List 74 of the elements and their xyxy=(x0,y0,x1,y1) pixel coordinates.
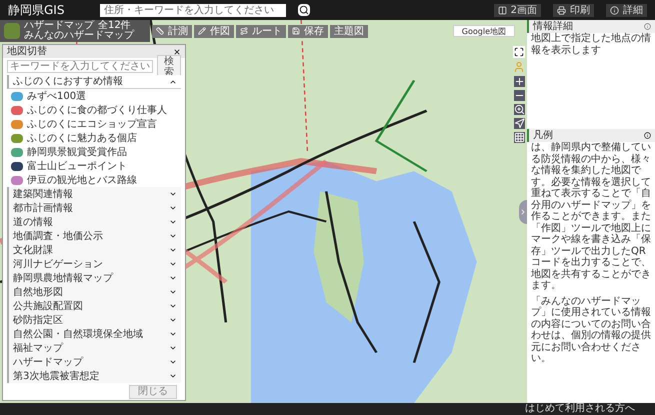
panel-title: 情報詳細 xyxy=(533,20,573,32)
close-icon[interactable] xyxy=(173,48,181,56)
section-header[interactable]: 文化財課 xyxy=(7,243,181,257)
section-label: 文化財課 xyxy=(13,244,53,256)
section-label: ふじのくにおすすめ情報 xyxy=(13,75,123,88)
zoom-in-icon[interactable] xyxy=(514,76,524,87)
header-button[interactable]: 詳細 xyxy=(606,4,647,16)
search-icon[interactable] xyxy=(514,104,524,115)
section-header[interactable]: 砂防指定区 xyxy=(7,313,181,327)
section-header[interactable]: 第3次地震被害想定 xyxy=(7,369,181,383)
layer-thumbnail xyxy=(4,23,20,39)
legend-text: 「みんなのハザードマップ」に使用されている情報の内容についてのお問い合わせは、個別の情報の提供元にお問い合わせください。 xyxy=(531,296,651,364)
zoom-out-icon[interactable] xyxy=(514,90,524,101)
layer-count: 全12件 xyxy=(98,21,131,31)
layer-item[interactable]: ふじのくに食の都づくり仕事人 xyxy=(27,104,167,116)
layer-item[interactable]: ふじのくに魅力ある個店 xyxy=(27,132,137,144)
keyword-field[interactable]: キーワードを入力してください xyxy=(7,60,153,73)
toolbar-button[interactable]: 計測 xyxy=(152,24,192,38)
section-label: 静岡県農地情報マップ xyxy=(13,272,113,284)
section-header[interactable]: 道の情報 xyxy=(7,215,181,229)
section-header[interactable]: ふじのくにおすすめ情報 xyxy=(7,75,181,89)
split-screen-icon xyxy=(498,6,507,14)
section-label: 建築関連情報 xyxy=(13,188,73,200)
section-label: 地価調査・地価公示 xyxy=(13,230,103,242)
search-icon[interactable] xyxy=(298,4,310,16)
grid-icon[interactable] xyxy=(514,132,524,143)
section-header[interactable]: 静岡県農地情報マップ xyxy=(7,271,181,285)
section-label: 砂防指定区 xyxy=(13,314,63,326)
section-header[interactable]: 河川ナビゲーション xyxy=(7,257,181,271)
section-header[interactable]: 建築関連情報 xyxy=(7,187,181,201)
section-label: 福祉マップ xyxy=(13,342,63,354)
section-label: 自然地形図 xyxy=(13,286,63,298)
section-label: 河川ナビゲーション xyxy=(13,258,103,270)
save-icon xyxy=(292,27,300,35)
printer-icon xyxy=(557,6,566,14)
section-header[interactable]: 自然公園・自然環境保全地域 xyxy=(7,327,181,341)
fullscreen-icon[interactable] xyxy=(513,46,525,58)
section-label: 公共施設配置図 xyxy=(13,300,83,312)
section-header[interactable]: 自然地形図 xyxy=(7,285,181,299)
legend-text: は、静岡県内で整備している防災情報の中から、様々な情報を集約した地図です。必要な情報を選択して重ねて表示することで「自分用のハザードマップ」を作ることができます。また「作図」ツールで地図上にマークや線を書き込み「保存」ツールで出力したQRコードを出力することで、地図を共有することができます。 xyxy=(531,142,651,292)
layer-item[interactable]: ふじのくにエコショップ宣言 xyxy=(27,118,157,130)
section-header[interactable]: 福祉マップ xyxy=(7,341,181,355)
route-icon xyxy=(240,27,248,35)
app-title: 静岡県GIS xyxy=(8,2,66,19)
help-link[interactable]: はじめて利用される方へ xyxy=(525,403,635,415)
toolbar-button[interactable]: 主題図 xyxy=(330,24,368,38)
panel-title: 地図切替 xyxy=(7,45,47,58)
layer-item[interactable]: 伊豆の観光地とバス路線 xyxy=(27,174,137,186)
ruler-icon xyxy=(156,27,164,35)
section-header[interactable]: 公共施設配置図 xyxy=(7,299,181,313)
section-header[interactable]: 地価調査・地価公示 xyxy=(7,229,181,243)
section-label: 第3次地震被害想定 xyxy=(13,370,100,382)
section-label: 道の情報 xyxy=(13,216,53,228)
section-label: 都市計画情報 xyxy=(13,202,73,214)
info-text: 地図上で指定した地点の情報を表示します xyxy=(530,33,652,58)
map-type-button[interactable]: Google地図 xyxy=(452,25,515,37)
section-header[interactable]: ハザードマップ xyxy=(7,355,181,369)
locate-icon[interactable] xyxy=(514,118,524,129)
section-header[interactable]: 都市計画情報 xyxy=(7,201,181,215)
toolbar-button[interactable]: 作図 xyxy=(194,24,234,38)
header-button[interactable]: 印刷 xyxy=(553,4,594,16)
pencil-icon xyxy=(198,27,206,35)
header-button[interactable]: 2画面 xyxy=(494,4,541,16)
layer-subtitle: みんなのハザードマップ xyxy=(24,31,134,41)
layer-item[interactable]: 静岡県景観賞受賞作品 xyxy=(27,146,127,158)
toolbar-button[interactable]: ルート xyxy=(236,24,286,38)
toolbar-button[interactable]: 保存 xyxy=(288,24,328,38)
info-icon xyxy=(610,6,619,14)
section-label: ハザードマップ xyxy=(13,356,83,368)
layer-item[interactable]: 富士山ビューポイント xyxy=(27,160,127,172)
section-label: 自然公園・自然環境保全地域 xyxy=(13,328,143,340)
layer-item[interactable]: みずべ100選 xyxy=(27,90,86,102)
search-field[interactable]: 住所・キーワードを入力してください xyxy=(100,4,286,16)
panel-title: 凡例 xyxy=(533,129,553,142)
